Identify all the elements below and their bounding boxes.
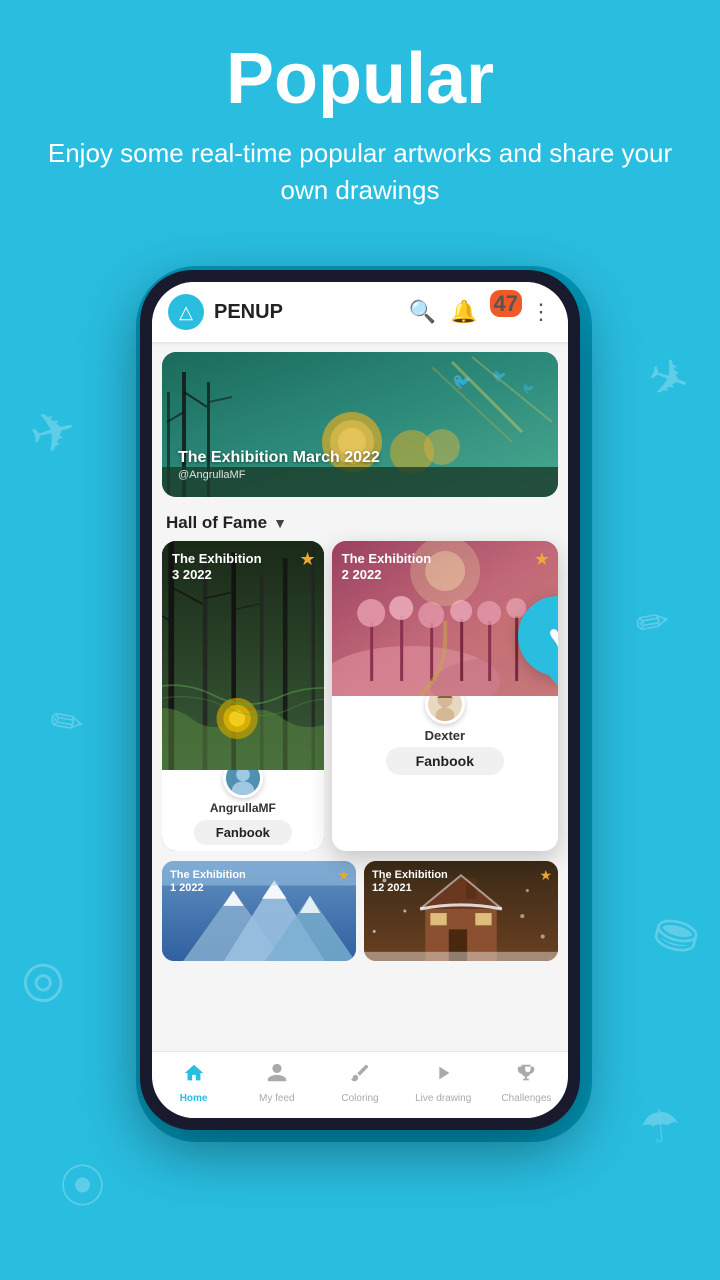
nav-challenges[interactable]: Challenges bbox=[485, 1062, 568, 1104]
notification-badge: 47 bbox=[490, 290, 522, 317]
phone-shell: △ PENUP 🔍 🔔 47 ⋮ bbox=[140, 270, 580, 1130]
card-right-user-section: Dexter Fanbook bbox=[332, 696, 558, 787]
bottom-card-2-star: ★ bbox=[539, 867, 552, 884]
section-title: Hall of Fame bbox=[166, 513, 267, 533]
heart-icon: ♥ bbox=[549, 618, 559, 655]
bottom-card-1-title: The Exhibition 1 2022 bbox=[170, 869, 246, 895]
live-drawing-icon bbox=[432, 1062, 454, 1090]
nav-home[interactable]: Home bbox=[152, 1062, 235, 1104]
card-right-username-label: Dexter bbox=[425, 728, 465, 743]
nav-live-drawing[interactable]: Live drawing bbox=[402, 1062, 485, 1104]
page-subtitle: Enjoy some real-time popular artworks an… bbox=[40, 135, 680, 208]
banner-text: The Exhibition March 2022 @AngrullaMF bbox=[178, 448, 380, 481]
card-exhibition-12[interactable]: ★ The Exhibition 12 2021 bbox=[364, 861, 558, 961]
banner-title: The Exhibition March 2022 bbox=[178, 448, 380, 467]
card-exhibition-2[interactable]: ★ The Exhibition 2 2022 bbox=[332, 541, 558, 851]
search-icon[interactable]: 🔍 bbox=[409, 299, 436, 325]
card-user-section: AngrullaMF Fanbook bbox=[162, 770, 324, 851]
coloring-icon bbox=[349, 1062, 371, 1090]
nav-coloring[interactable]: Coloring bbox=[318, 1062, 401, 1104]
card-art-background: ★ The Exhibition 3 2022 bbox=[162, 541, 324, 770]
home-icon bbox=[183, 1062, 205, 1090]
fanbook-button[interactable]: Fanbook bbox=[194, 820, 292, 845]
nav-my-feed[interactable]: My feed bbox=[235, 1062, 318, 1104]
notification-bell-icon[interactable]: 🔔 47 bbox=[450, 299, 516, 325]
card-left-title: The Exhibition 3 2022 bbox=[172, 551, 262, 582]
card-right-title: The Exhibition 2 2022 bbox=[342, 551, 432, 582]
card-bookmark-icon: ★ bbox=[300, 549, 316, 570]
app-name-label: PENUP bbox=[214, 301, 399, 324]
my-feed-icon bbox=[266, 1062, 288, 1090]
header: Popular Enjoy some real-time popular art… bbox=[0, 0, 720, 228]
bottom-cards-row: ★ The Exhibition 1 2022 bbox=[152, 851, 568, 961]
phone-screen: △ PENUP 🔍 🔔 47 ⋮ bbox=[152, 282, 568, 1118]
exhibition-banner[interactable]: 🐦 🐦 🐦 bbox=[162, 352, 558, 497]
banner-author: @AngrullaMF bbox=[178, 469, 380, 481]
nav-my-feed-label: My feed bbox=[259, 1093, 295, 1104]
nav-challenges-label: Challenges bbox=[501, 1093, 551, 1104]
card-right-fanbook-button[interactable]: Fanbook bbox=[386, 747, 504, 775]
page-title: Popular bbox=[40, 40, 680, 119]
card-exhibition-1[interactable]: ★ The Exhibition 1 2022 bbox=[162, 861, 356, 961]
card-right-bookmark-icon: ★ bbox=[534, 549, 550, 570]
more-menu-icon[interactable]: ⋮ bbox=[530, 299, 552, 325]
logo-triangle-icon: △ bbox=[179, 302, 193, 323]
bottom-card-1-star: ★ bbox=[337, 867, 350, 884]
phone-mockup: △ PENUP 🔍 🔔 47 ⋮ bbox=[140, 270, 580, 1130]
card-exhibition-3[interactable]: ★ The Exhibition 3 2022 bbox=[162, 541, 324, 851]
nav-home-label: Home bbox=[180, 1093, 208, 1104]
section-header[interactable]: Hall of Fame ▼ bbox=[152, 505, 568, 541]
app-bar-actions: 🔍 🔔 47 ⋮ bbox=[409, 299, 552, 325]
section-dropdown-icon: ▼ bbox=[273, 515, 287, 531]
app-bar: △ PENUP 🔍 🔔 47 ⋮ bbox=[152, 282, 568, 342]
app-logo: △ bbox=[168, 294, 204, 330]
bottom-card-2-title: The Exhibition 12 2021 bbox=[372, 869, 448, 895]
challenges-icon bbox=[515, 1062, 537, 1090]
cards-row: ★ The Exhibition 3 2022 bbox=[152, 541, 568, 851]
nav-live-drawing-label: Live drawing bbox=[415, 1093, 471, 1104]
svg-text:🐦: 🐦 bbox=[522, 384, 534, 395]
bottom-navigation: Home My feed bbox=[152, 1051, 568, 1118]
nav-coloring-label: Coloring bbox=[341, 1093, 378, 1104]
card-username-label: AngrullaMF bbox=[210, 801, 276, 815]
